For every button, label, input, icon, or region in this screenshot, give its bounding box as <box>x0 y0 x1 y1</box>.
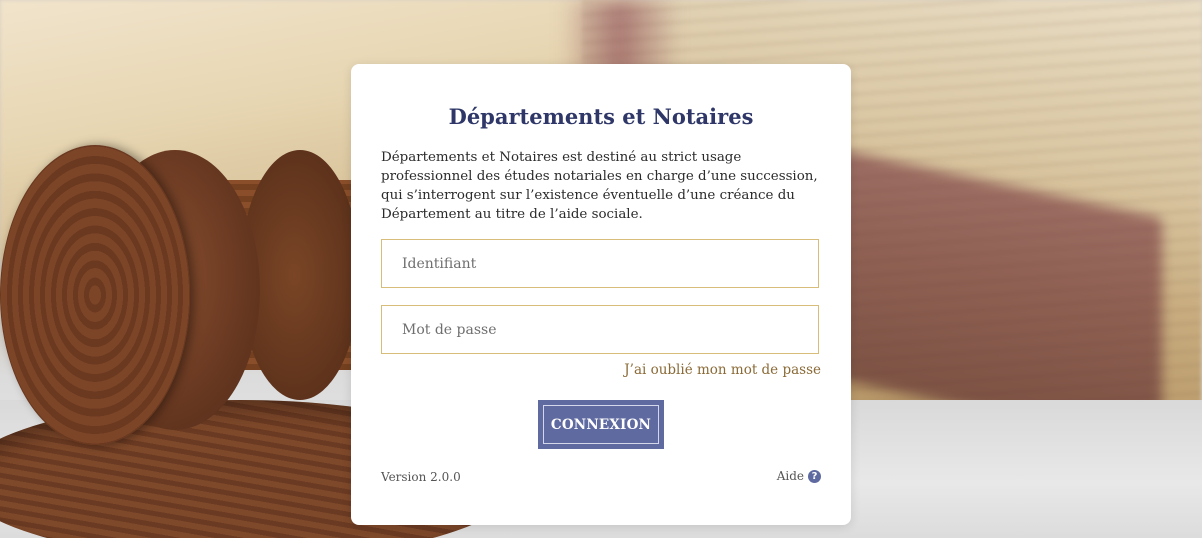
forgot-password-link[interactable]: J’ai oublié mon mot de passe <box>624 362 821 378</box>
password-input[interactable] <box>381 305 819 354</box>
page-title: Départements et Notaires <box>448 104 754 129</box>
username-input[interactable] <box>381 239 819 288</box>
version-label: Version 2.0.0 <box>381 470 461 484</box>
help-link[interactable]: Aide ? <box>777 469 821 483</box>
intro-text: Départements et Notaires est destiné au … <box>381 150 818 222</box>
question-circle-icon[interactable]: ? <box>808 469 821 483</box>
help-label: Aide <box>776 469 804 483</box>
login-button[interactable]: CONNEXION <box>543 405 659 444</box>
login-button-frame[interactable]: CONNEXION <box>538 400 664 449</box>
login-card: Départements et Notaires Départements et… <box>351 64 851 525</box>
gavel-face <box>0 145 190 445</box>
